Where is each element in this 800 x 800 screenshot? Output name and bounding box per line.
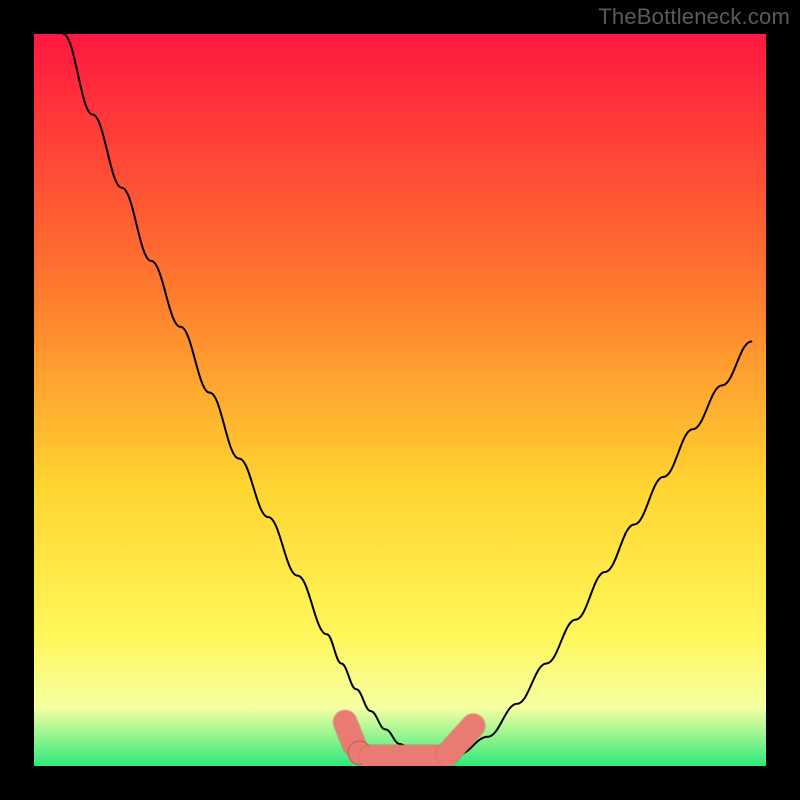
bottleneck-chart-svg [34,34,766,766]
watermark-text: TheBottleneck.com [598,4,790,30]
chart-frame: TheBottleneck.com [0,0,800,800]
plot-area [34,34,766,766]
gradient-background [34,34,766,766]
optimal-marker-0 [345,722,354,744]
